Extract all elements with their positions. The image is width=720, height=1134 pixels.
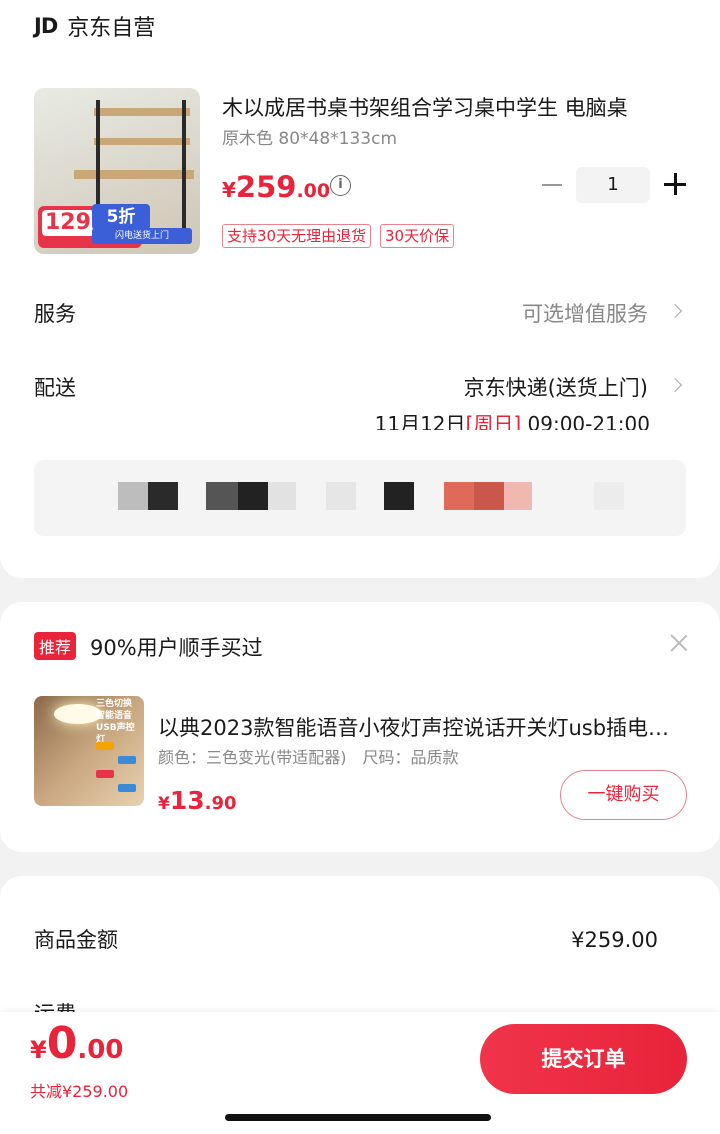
blurred-delivery-options[interactable] xyxy=(34,460,686,536)
shipping-label: 运费 xyxy=(34,998,76,1012)
shelf-top xyxy=(94,108,190,116)
blurred-block xyxy=(504,482,532,510)
chevron-right-icon[interactable] xyxy=(667,377,683,393)
color-chip xyxy=(118,756,136,764)
shelf-middle xyxy=(94,138,190,145)
shop-header[interactable]: JD 京东自营 xyxy=(34,10,155,42)
blurred-block xyxy=(206,482,238,510)
recommend-item-price: ¥13.90 xyxy=(158,786,237,815)
recommend-item-title[interactable]: 以典2023款智能语音小夜灯声控说话开关灯usb插电卧室 xyxy=(158,712,686,742)
blurred-block xyxy=(474,482,504,510)
desk-leg xyxy=(182,100,186,240)
submit-order-button[interactable]: 提交订单 xyxy=(480,1024,687,1094)
product-price: ¥259.00 xyxy=(222,170,331,204)
product-title[interactable]: 木以成居书桌书架组合学习桌中学生 电脑桌 xyxy=(222,92,688,122)
minus-icon[interactable] xyxy=(542,184,562,186)
recommend-image-text: 三色切换 智能语音 USB声控灯 xyxy=(96,699,135,745)
blurred-block xyxy=(594,482,624,510)
product-image[interactable]: 129 5折 闪电送货上门 xyxy=(34,88,200,254)
recommend-image[interactable]: 三色切换 智能语音 USB声控灯 xyxy=(34,696,144,806)
delivery-badge: 闪电送货上门 xyxy=(92,228,192,244)
product-spec[interactable]: 原木色 80*48*133cm xyxy=(222,124,397,149)
goods-amount-label: 商品金额 xyxy=(34,928,118,952)
quantity-input[interactable]: 1 xyxy=(576,167,650,203)
blurred-block xyxy=(268,482,296,510)
service-value[interactable]: 可选增值服务 xyxy=(522,298,648,328)
tag-return: 支持30天无理由退货 xyxy=(222,224,372,248)
delivery-label: 配送 xyxy=(34,376,76,400)
color-chip xyxy=(96,742,114,750)
blurred-block xyxy=(326,482,356,510)
blurred-block xyxy=(118,482,148,510)
checkout-bar: ¥0.00 共减¥259.00 提交订单 xyxy=(0,1012,720,1134)
goods-amount-value: ¥259.00 xyxy=(571,928,658,952)
color-chip xyxy=(96,770,114,778)
info-icon[interactable]: i xyxy=(330,175,351,196)
tag-price-protect: 30天价保 xyxy=(380,224,455,248)
service-label: 服务 xyxy=(34,302,76,326)
total-reduced[interactable]: 共减¥259.00 xyxy=(30,1078,128,1102)
chevron-right-icon[interactable] xyxy=(667,303,683,319)
blurred-block xyxy=(148,482,178,510)
lamp-glow xyxy=(54,704,102,724)
order-card: JD 京东自营 129 5折 闪电送货上门 木以成居书桌书架组合学习桌中学生 电… xyxy=(0,0,720,578)
plus-icon[interactable] xyxy=(664,173,686,195)
discount-badge: 5折 xyxy=(92,204,150,230)
recommend-title: 90%用户顺手买过 xyxy=(90,636,263,660)
home-indicator[interactable] xyxy=(225,1114,491,1121)
recommend-tag: 推荐 xyxy=(34,632,77,660)
delivery-time[interactable]: 11月12日[周日] 09:00-21:00 xyxy=(375,408,650,430)
desk-surface xyxy=(74,170,194,179)
close-icon[interactable] xyxy=(670,634,688,652)
shop-name: 京东自营 xyxy=(67,16,156,41)
blurred-block xyxy=(238,482,268,510)
blurred-block xyxy=(384,482,414,510)
recommend-item-spec[interactable]: 颜色：三色变光(带适配器) 尺码：品质款 xyxy=(158,744,459,768)
delivery-value[interactable]: 京东快递(送货上门) xyxy=(464,372,648,402)
one-click-buy-button[interactable]: 一键购买 xyxy=(560,770,687,820)
blurred-block xyxy=(444,482,474,510)
total-price: ¥0.00 xyxy=(30,1018,124,1069)
jd-logo: JD xyxy=(34,14,58,38)
color-chip xyxy=(118,784,136,792)
